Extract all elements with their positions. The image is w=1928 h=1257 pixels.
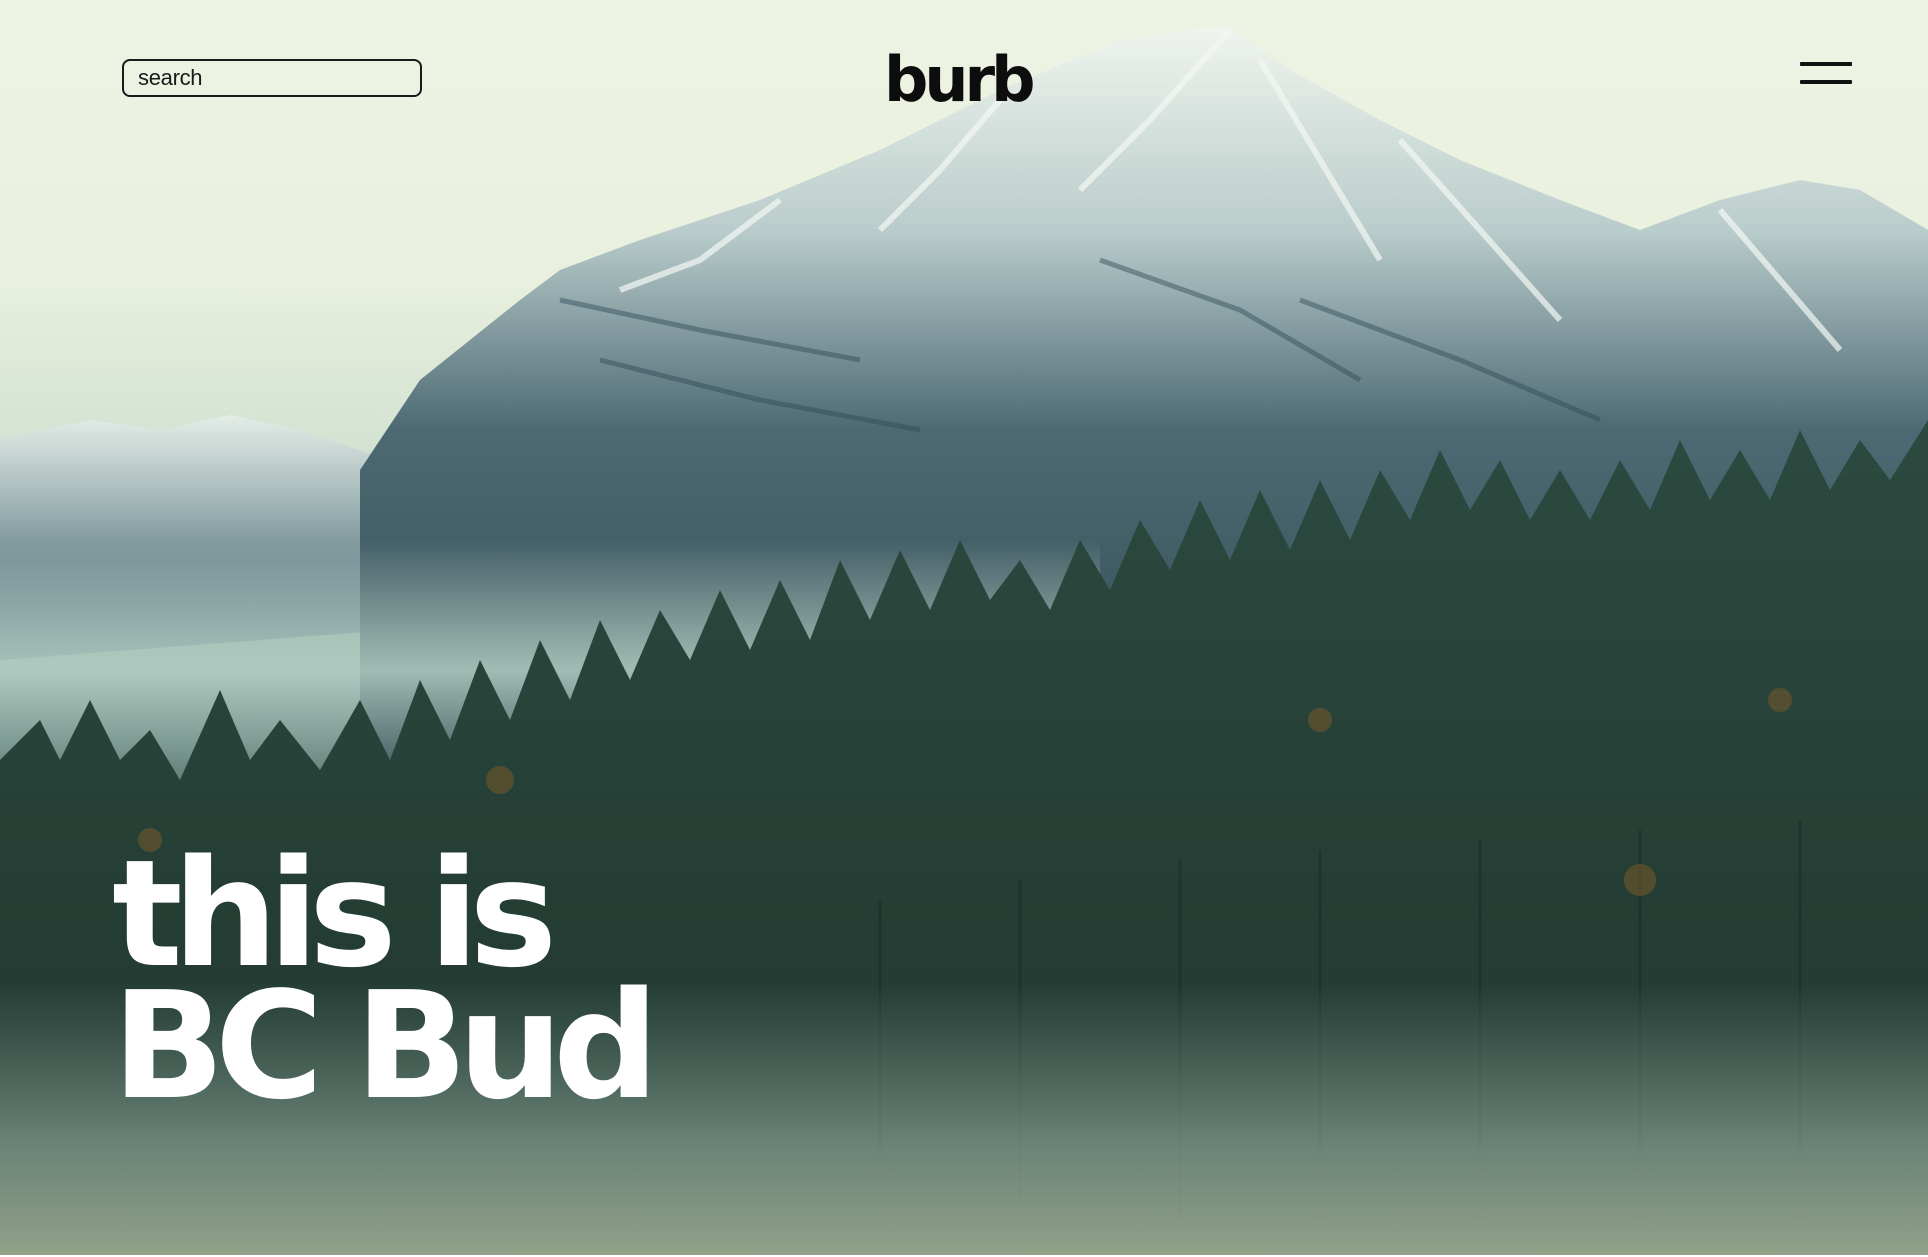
- site-header: burb: [0, 0, 1928, 160]
- search-field[interactable]: [122, 59, 422, 97]
- headline-line-2: BC Bud: [112, 960, 659, 1132]
- hero-headline: this is BC Bud: [112, 840, 659, 1132]
- menu-bar-top: [1800, 62, 1852, 66]
- brand-logo[interactable]: burb: [884, 44, 1044, 116]
- menu-bar-bottom: [1800, 80, 1852, 84]
- page: burb this is BC Bud: [0, 0, 1928, 1257]
- search-input[interactable]: [138, 65, 420, 91]
- hamburger-menu-icon[interactable]: [1800, 62, 1852, 86]
